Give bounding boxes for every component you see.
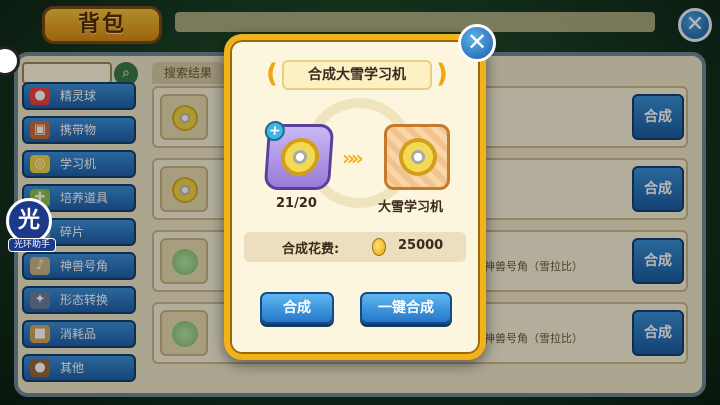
- synth-button[interactable]: 合成: [632, 166, 684, 212]
- item-name: 神兽号角（雪拉比）: [484, 260, 583, 273]
- misc-icon: ●: [30, 359, 50, 377]
- item-name: 神兽号角（雪拉比）: [484, 332, 583, 345]
- item-thumbnail[interactable]: [160, 94, 208, 140]
- pokeball-icon: ●: [30, 87, 50, 105]
- dialog-title: 合成大雪学习机: [282, 60, 432, 90]
- cost-value: 25000: [398, 238, 444, 253]
- close-icon[interactable]: ✕: [678, 8, 712, 42]
- result-item-name: 大雪学习机: [378, 200, 444, 215]
- plus-icon: +: [264, 121, 286, 141]
- search-input[interactable]: [22, 62, 112, 84]
- coin-icon: [372, 238, 386, 256]
- backpack-title: 背包: [42, 6, 162, 44]
- one-key-synth-button[interactable]: 一键合成: [360, 292, 452, 324]
- source-count: 21/20: [276, 196, 317, 211]
- category-label: 其他: [60, 361, 85, 375]
- celebi-icon: [172, 321, 198, 347]
- category-item[interactable]: ■ 消耗品: [22, 320, 136, 348]
- item-thumbnail[interactable]: [160, 166, 208, 212]
- title-bracket-right-icon: ): [436, 59, 448, 89]
- result-item-tile[interactable]: [384, 124, 450, 190]
- synth-button[interactable]: 合成: [260, 292, 334, 324]
- category-item[interactable]: ✦ 形态转换: [22, 286, 136, 314]
- category-item[interactable]: ◎ 学习机: [22, 150, 136, 178]
- top-tab-strip: [175, 12, 655, 32]
- synthesis-dialog: ( 合成大雪学习机 ) + »» 21/20 大雪学习机 合成花费: 25000…: [224, 34, 486, 360]
- assistant-label: 光环助手: [8, 238, 56, 252]
- category-item[interactable]: ● 精灵球: [22, 82, 136, 110]
- item-thumbnail[interactable]: [160, 238, 208, 284]
- category-label: 形态转换: [60, 293, 109, 307]
- disc-icon: [172, 105, 198, 131]
- synth-button[interactable]: 合成: [632, 94, 684, 140]
- disc-icon: ◎: [30, 155, 50, 173]
- synth-button[interactable]: 合成: [632, 310, 684, 356]
- horn-icon: ♪: [30, 257, 50, 275]
- box-icon: ■: [30, 325, 50, 343]
- source-item-tile[interactable]: +: [263, 121, 335, 190]
- item-thumbnail[interactable]: [160, 310, 208, 356]
- category-label: 携带物: [60, 123, 97, 137]
- celebi-icon: [172, 249, 198, 275]
- category-label: 培养道具: [60, 191, 109, 205]
- close-icon[interactable]: ✕: [458, 24, 496, 62]
- category-label: 神兽号角: [60, 259, 109, 273]
- category-label: 碎片: [60, 225, 85, 239]
- category-item[interactable]: ▣ 携带物: [22, 116, 136, 144]
- title-bracket-left-icon: (: [266, 59, 278, 89]
- category-label: 消耗品: [60, 327, 97, 341]
- category-label: 学习机: [60, 157, 97, 171]
- disc-icon: [279, 138, 321, 176]
- bag-item-icon: ▣: [30, 121, 50, 139]
- category-item[interactable]: ♪ 神兽号角: [22, 252, 136, 280]
- disc-icon: [172, 177, 198, 203]
- synth-button[interactable]: 合成: [632, 238, 684, 284]
- category-item[interactable]: ● 其他: [22, 354, 136, 382]
- category-label: 精灵球: [60, 89, 97, 103]
- cost-label: 合成花费:: [282, 242, 340, 257]
- disc-icon: [399, 138, 437, 176]
- transform-icon: ✦: [30, 291, 50, 309]
- cost-bar: 合成花费: 25000: [244, 232, 466, 262]
- assistant-float-button[interactable]: 光 光环助手: [6, 198, 56, 254]
- double-arrow-icon: »»: [342, 146, 364, 170]
- tab-search-results[interactable]: 搜索结果: [152, 62, 224, 84]
